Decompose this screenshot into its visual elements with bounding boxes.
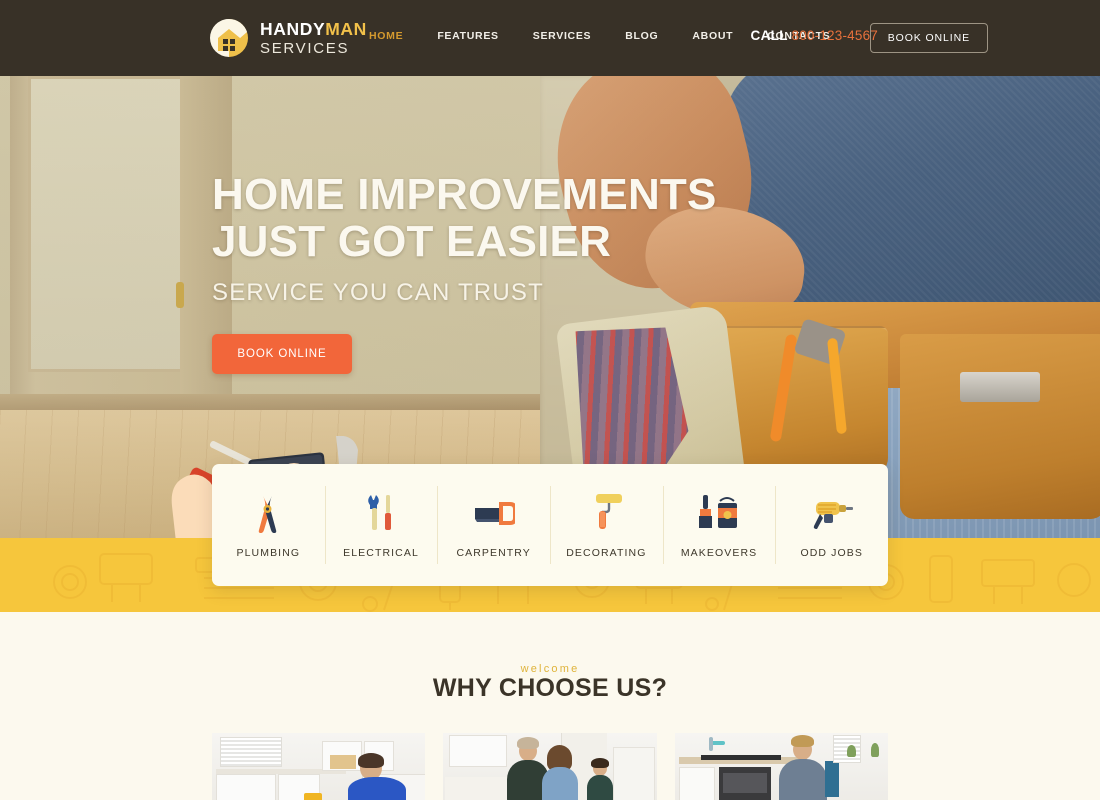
site-logo[interactable]: HANDYMAN SERVICES xyxy=(207,16,367,60)
handyman-services-landing-page: HANDYMAN SERVICES HOME FEATURES SERVICES… xyxy=(0,0,1100,800)
hero-subtitle: SERVICE YOU CAN TRUST xyxy=(212,279,544,307)
pliers-icon xyxy=(246,492,290,534)
nav-item-home[interactable]: HOME xyxy=(352,30,420,42)
book-online-header-button[interactable]: BOOK ONLINE xyxy=(869,23,988,53)
hero-copy: HOME IMPROVEMENTS JUST GOT EASIER SERVIC… xyxy=(212,170,772,375)
phone-number-block[interactable]: CALL 800-123-4567 xyxy=(751,28,878,43)
service-label-decorating: DECORATING xyxy=(566,546,647,559)
couple-with-child-in-kitchen-image xyxy=(443,733,657,800)
service-item-odd-jobs[interactable]: ODD JOBS xyxy=(775,464,888,586)
why-choose-us-section: welcome WHY CHOOSE US? xyxy=(0,612,1100,800)
service-label-makeovers: MAKEOVERS xyxy=(680,546,758,559)
nav-item-features[interactable]: FEATURES xyxy=(420,30,515,42)
service-label-carpentry: CARPENTRY xyxy=(456,546,531,559)
logo-subtitle: SERVICES xyxy=(260,39,350,57)
hero-title-line1: HOME IMPROVEMENTS xyxy=(212,170,717,219)
why-card-1[interactable] xyxy=(212,733,426,800)
phone-number[interactable]: 800-123-4567 xyxy=(792,28,878,43)
service-item-plumbing[interactable]: PLUMBING xyxy=(212,464,325,586)
why-card-3[interactable] xyxy=(674,733,888,800)
why-card-2[interactable] xyxy=(443,733,657,800)
nav-item-blog[interactable]: BLOG xyxy=(608,30,675,42)
call-label: CALL xyxy=(750,28,788,43)
nav-item-services[interactable]: SERVICES xyxy=(516,30,609,42)
technician-installing-oven-image xyxy=(674,733,888,800)
hero-title: HOME IMPROVEMENTS JUST GOT EASIER xyxy=(212,170,772,266)
site-header: HANDYMAN SERVICES HOME FEATURES SERVICES… xyxy=(0,0,1100,76)
service-label-odd-jobs: ODD JOBS xyxy=(800,546,863,559)
nav-item-about[interactable]: ABOUT xyxy=(675,30,750,42)
handyman-repairing-kitchen-cabinet-image xyxy=(212,733,426,800)
service-item-decorating[interactable]: DECORATING xyxy=(550,464,663,586)
section-title: WHY CHOOSE US? xyxy=(432,674,668,702)
why-choose-us-cards xyxy=(212,733,888,800)
book-online-hero-button[interactable]: BOOK ONLINE xyxy=(212,334,352,375)
service-item-makeovers[interactable]: MAKEOVERS xyxy=(662,464,776,586)
handsaw-icon xyxy=(472,492,516,534)
service-item-carpentry[interactable]: CARPENTRY xyxy=(437,464,550,586)
paint-roller-icon xyxy=(584,492,628,534)
services-quicklinks-card: PLUMBING ELECTRICAL CARPENTRY DECORATING… xyxy=(212,464,888,586)
logo-title: HANDYMAN xyxy=(260,19,367,40)
house-circle-logo-icon xyxy=(207,16,251,60)
service-label-electrical: ELECTRICAL xyxy=(343,546,419,559)
hero-title-line2: JUST GOT EASIER xyxy=(212,216,612,266)
service-item-electrical[interactable]: ELECTRICAL xyxy=(324,464,438,586)
paintbrush-bucket-icon xyxy=(697,492,741,534)
power-drill-icon xyxy=(810,492,854,534)
service-label-plumbing: PLUMBING xyxy=(236,546,301,559)
wrench-screwdriver-icon xyxy=(359,492,403,534)
